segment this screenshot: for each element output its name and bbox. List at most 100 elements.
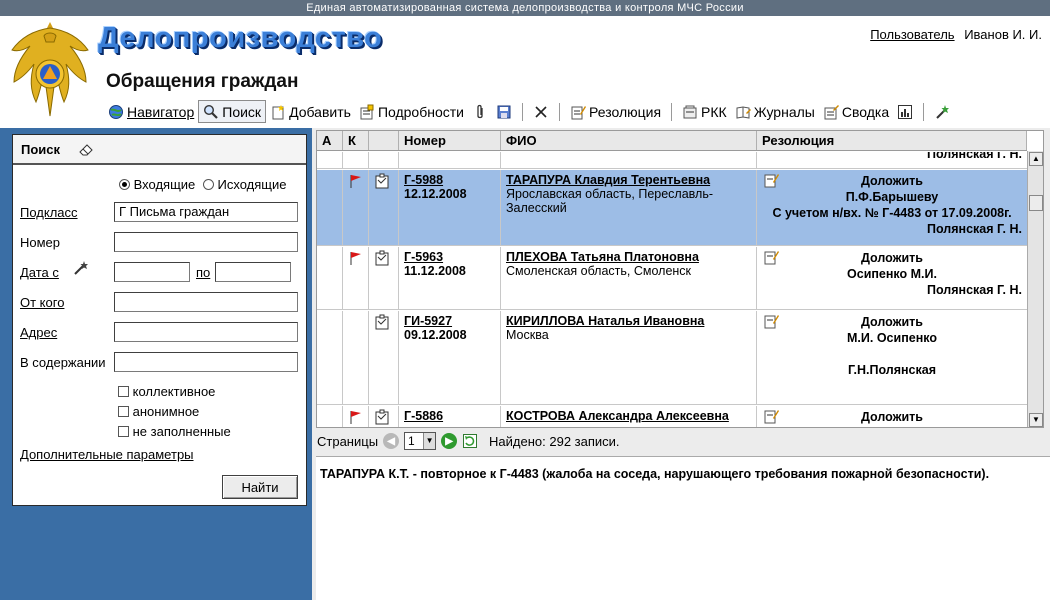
search-form: Входящие Исходящие Подкласс Г Письма гра… [13,165,306,505]
date-to-field[interactable] [215,262,291,282]
found-count: Найдено: 292 записи. [489,433,620,449]
table-row[interactable]: Г-5963 11.12.2008 ПЛЕХОВА Татьяна Платон… [317,247,1027,310]
details-button[interactable]: Подробности [355,100,468,123]
user-link[interactable]: Пользователь [870,27,954,42]
extra-params-link[interactable]: Дополнительные параметры [20,447,194,462]
resolution-button[interactable]: Резолюция [566,100,665,123]
delete-button[interactable] [529,100,553,123]
find-button[interactable]: Найти [222,475,298,499]
address-field[interactable] [114,322,298,342]
resolution-icon[interactable] [763,172,779,188]
doc-number-link[interactable]: ГИ-5927 [404,314,495,328]
doc-number-link[interactable]: Г-5988 [404,173,495,187]
journals-button[interactable]: Журналы [731,100,819,123]
col-a-header[interactable]: А [317,131,343,150]
navigator-label: Навигатор [127,103,195,120]
radio-incoming[interactable] [119,179,130,190]
col-icon-header [369,131,399,150]
doc-date: 12.12.2008 [404,187,467,201]
number-field[interactable] [114,232,298,252]
date-from-label[interactable]: Дата с [20,265,59,280]
doc-date: 09.12.2008 [404,328,467,342]
prev-page-icon[interactable]: ◀ [383,433,400,449]
eraser-icon[interactable] [78,141,94,157]
resolution-icon[interactable] [763,249,779,265]
search-button[interactable]: Поиск [198,100,267,123]
pager-label: Страницы [317,433,379,449]
rkk-button[interactable]: РКК [678,100,731,123]
unfilled-option: не заполненные [118,424,231,439]
subclass-field[interactable]: Г Письма граждан [114,202,298,222]
table-row[interactable]: Г-5886 КОСТРОВА Александра Алексеевна До… [317,406,1027,427]
report-button[interactable] [893,100,917,123]
summary-button[interactable]: Сводка [819,100,893,123]
from-label[interactable]: От кого [20,295,64,310]
scroll-down-icon[interactable]: ▼ [1029,413,1043,427]
content-field[interactable] [114,352,298,372]
col-k-header[interactable]: К [343,131,369,150]
floppy-icon [497,105,511,118]
journals-label: Журналы [753,103,815,120]
main-area: А К Номер ФИО Резолюция Полянская Г. Н. [312,128,1050,600]
subclass-label[interactable]: Подкласс [20,205,78,220]
search-panel: Поиск Входящие Исходящие Подкласс Г Пись… [12,134,307,506]
resolution-to: М.И. Осипенко [847,331,937,345]
table-row[interactable]: Г-5988 12.12.2008 ТАРАПУРА Клавдия Терен… [317,170,1027,246]
collective-checkbox[interactable] [118,386,129,397]
summary-icon [824,104,839,119]
vertical-scrollbar[interactable]: ▲ ▼ [1027,151,1043,427]
resolution-icon[interactable] [763,408,779,424]
fio-link[interactable]: КИРИЛЛОВА Наталья Ивановна [506,314,751,328]
add-label: Добавить [289,103,351,120]
add-button[interactable]: Добавить [266,100,355,123]
address-label[interactable]: Адрес [20,325,57,340]
fio-link[interactable]: ТАРАПУРА Клавдия Терентьевна [506,173,751,187]
documents-grid: А К Номер ФИО Резолюция Полянская Г. Н. [316,130,1044,428]
toolbar-separator [923,102,925,121]
col-fio-header[interactable]: ФИО [501,131,757,150]
resolution-to: Осипенко М.И. [847,267,937,281]
scroll-up-icon[interactable]: ▲ [1029,152,1043,166]
document-icon[interactable] [374,314,390,330]
search-panel-title: Поиск [21,141,61,157]
table-row[interactable]: Полянская Г. Н. [317,152,1027,169]
col-resolution-header[interactable]: Резолюция [757,131,1027,150]
doc-date: 11.12.2008 [404,264,466,278]
table-row[interactable]: ГИ-5927 09.12.2008 КИРИЛЛОВА Наталья Ива… [317,311,1027,405]
scroll-thumb[interactable] [1029,195,1043,211]
add-document-icon [272,104,285,119]
attach-button[interactable] [468,100,492,123]
calendar-wand-icon[interactable] [73,260,89,276]
collective-option: коллективное [118,384,215,399]
document-icon[interactable] [374,409,390,425]
anonymous-checkbox[interactable] [118,406,129,417]
doc-number-link[interactable]: Г-5886 [404,409,495,423]
document-icon[interactable] [374,250,390,266]
address-text: Ярославская область, Переславль-Залесски… [506,187,714,215]
from-field[interactable] [114,292,298,312]
save-button[interactable] [492,100,516,123]
document-icon[interactable] [374,173,390,189]
resolution-icon [571,105,586,119]
refresh-icon[interactable] [462,433,478,449]
next-page-icon[interactable]: ▶ [441,433,458,449]
navigator-button[interactable]: Навигатор [104,100,198,123]
header: Делопроизводство Обращения граждан Польз… [0,16,1050,128]
page-select[interactable]: 1 ▼ [404,432,437,450]
fio-link[interactable]: КОСТРОВА Александра Алексеевна [506,409,751,423]
resolution-icon[interactable] [763,313,779,329]
doc-number-link[interactable]: Г-5963 [404,250,495,264]
bar-chart-icon [898,104,913,119]
settings-button[interactable] [930,100,954,123]
search-icon [204,104,219,119]
date-to-label[interactable]: по [196,265,210,280]
fio-link[interactable]: ПЛЕХОВА Татьяна Платоновна [506,250,751,264]
flag-icon [350,175,361,188]
unfilled-label: не заполненные [132,424,231,439]
unfilled-checkbox[interactable] [118,426,129,437]
details-icon [360,104,374,119]
chevron-down-icon: ▼ [423,433,436,449]
radio-outgoing[interactable] [202,179,214,190]
date-from-field[interactable] [114,262,190,282]
col-number-header[interactable]: Номер [399,131,501,150]
